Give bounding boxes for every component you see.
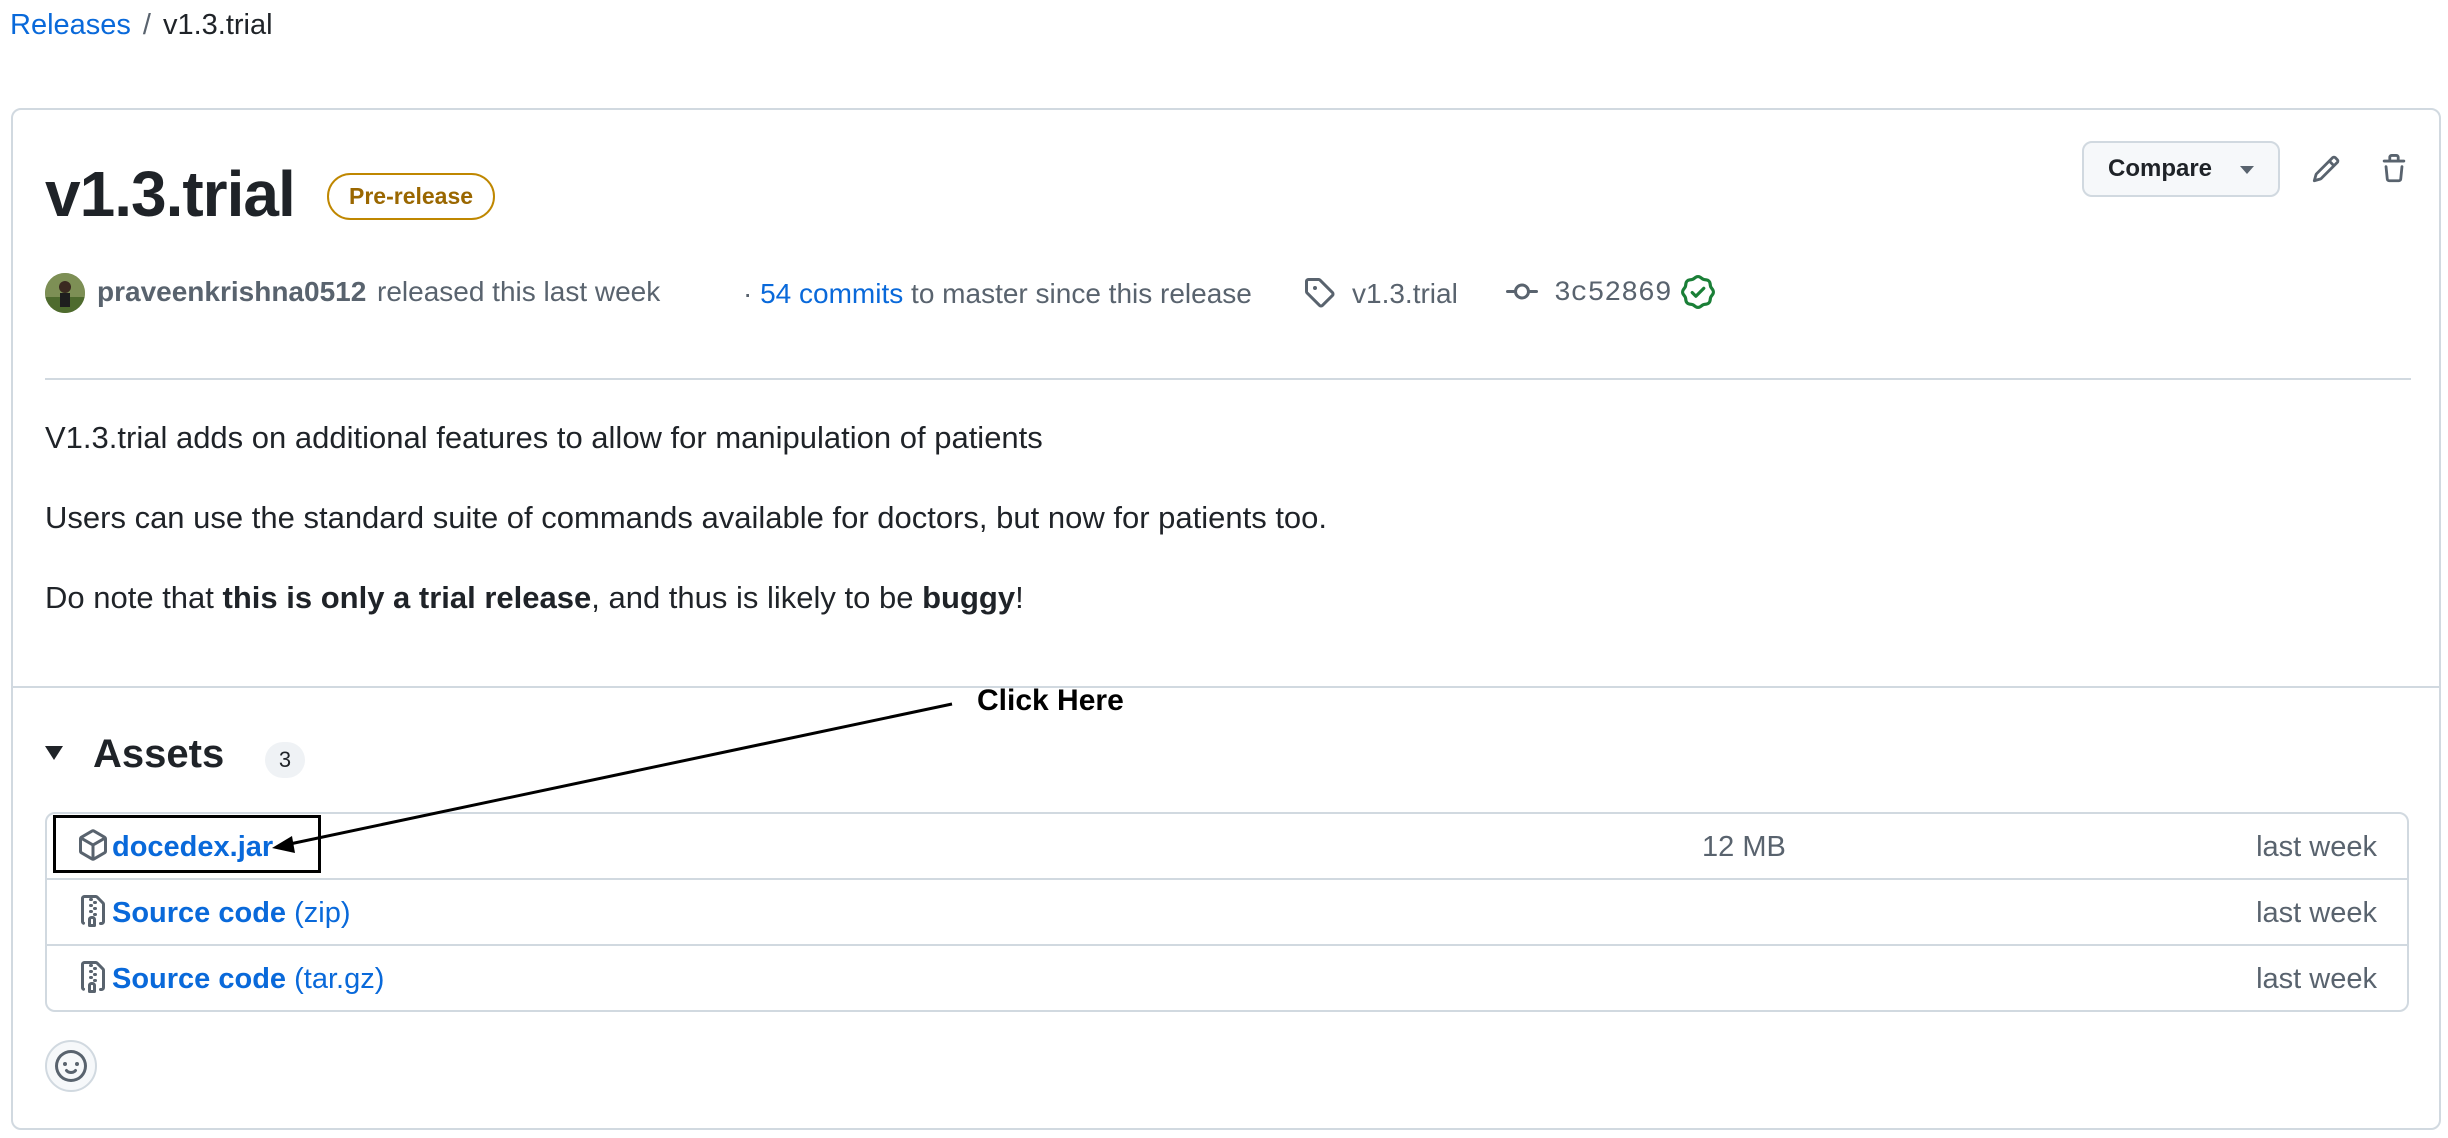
asset-name[interactable]: Source code xyxy=(112,897,286,929)
assets-title: Assets xyxy=(93,732,225,776)
release-notes-paragraph-2: Users can use the standard suite of comm… xyxy=(45,500,1328,535)
notes-bold-text: this is only a trial release xyxy=(222,580,592,615)
asset-ext[interactable]: (tar.gz) xyxy=(294,963,384,995)
asset-date: last week xyxy=(2256,963,2377,995)
commit-sha-link[interactable]: 3c52869 xyxy=(1554,272,1672,316)
breadcrumb-current: v1.3.trial xyxy=(162,9,273,41)
edit-release-button[interactable] xyxy=(2302,145,2350,193)
add-reaction-button[interactable] xyxy=(45,1040,97,1092)
asset-ext[interactable]: (zip) xyxy=(294,897,350,929)
notes-text: ! xyxy=(1015,580,1024,615)
compare-button-label: Compare xyxy=(2108,155,2213,182)
release-card: v1.3.trial Pre-release Compare praveenkr… xyxy=(11,108,2441,1130)
released-text: released this last week xyxy=(377,276,661,307)
asset-row: Source code (zip) last week xyxy=(47,878,2407,944)
asset-date: last week xyxy=(2256,831,2377,863)
asset-name[interactable]: Source code xyxy=(112,963,286,995)
tag-icon xyxy=(1305,278,1335,308)
smiley-icon xyxy=(55,1050,87,1082)
triangle-down-icon[interactable] xyxy=(45,746,63,760)
annotation-highlight-box xyxy=(53,815,321,873)
commits-prefix: · xyxy=(743,278,753,309)
release-title: v1.3.trial xyxy=(45,158,296,230)
tag-link[interactable]: v1.3.trial xyxy=(1352,272,1458,316)
asset-size: 12 MB xyxy=(1702,831,1786,863)
trash-icon xyxy=(2382,154,2406,183)
pre-release-badge: Pre-release xyxy=(327,173,496,220)
assets-count-badge: 3 xyxy=(265,742,305,778)
asset-date: last week xyxy=(2256,897,2377,929)
chevron-down-icon xyxy=(2240,166,2254,174)
asset-link[interactable]: Source code (tar.gz) xyxy=(112,960,384,998)
release-notes-paragraph-1: V1.3.trial adds on additional features t… xyxy=(45,420,1043,455)
commits-link[interactable]: 54 commits xyxy=(760,278,903,309)
divider xyxy=(45,378,2411,380)
commits-suffix: to master since this release xyxy=(911,278,1252,309)
author-link[interactable]: praveenkrishna0512 xyxy=(97,270,366,314)
notes-text: Do note that xyxy=(45,580,223,615)
asset-link[interactable]: Source code (zip) xyxy=(112,894,351,932)
delete-release-button[interactable] xyxy=(2370,145,2418,193)
asset-row: Source code (tar.gz) last week xyxy=(47,944,2407,1010)
annotation-label: Click Here xyxy=(977,684,1124,717)
release-notes-paragraph-3: Do note that this is only a trial releas… xyxy=(45,578,1024,618)
verified-icon[interactable] xyxy=(1681,275,1715,309)
asset-row: docedex.jar 12 MB last week xyxy=(47,814,2407,878)
release-meta: praveenkrishna0512 released this last we… xyxy=(45,270,2425,314)
notes-bold-text: buggy xyxy=(922,580,1016,615)
file-zip-icon xyxy=(81,961,105,993)
git-commit-icon xyxy=(1506,283,1538,300)
divider xyxy=(13,686,2439,688)
assets-list: docedex.jar 12 MB last week Source code … xyxy=(45,812,2409,1012)
file-zip-icon xyxy=(81,895,105,927)
breadcrumb-separator: / xyxy=(142,9,151,41)
breadcrumb: Releases / v1.3.trial xyxy=(10,6,273,44)
breadcrumb-releases-link[interactable]: Releases xyxy=(10,6,131,44)
compare-button[interactable]: Compare xyxy=(2082,141,2280,197)
commits-since-release: · 54 commits to master since this releas… xyxy=(743,272,1252,316)
notes-text: , and thus is likely to be xyxy=(591,580,923,615)
pencil-icon xyxy=(2312,155,2340,183)
avatar[interactable] xyxy=(45,273,85,313)
